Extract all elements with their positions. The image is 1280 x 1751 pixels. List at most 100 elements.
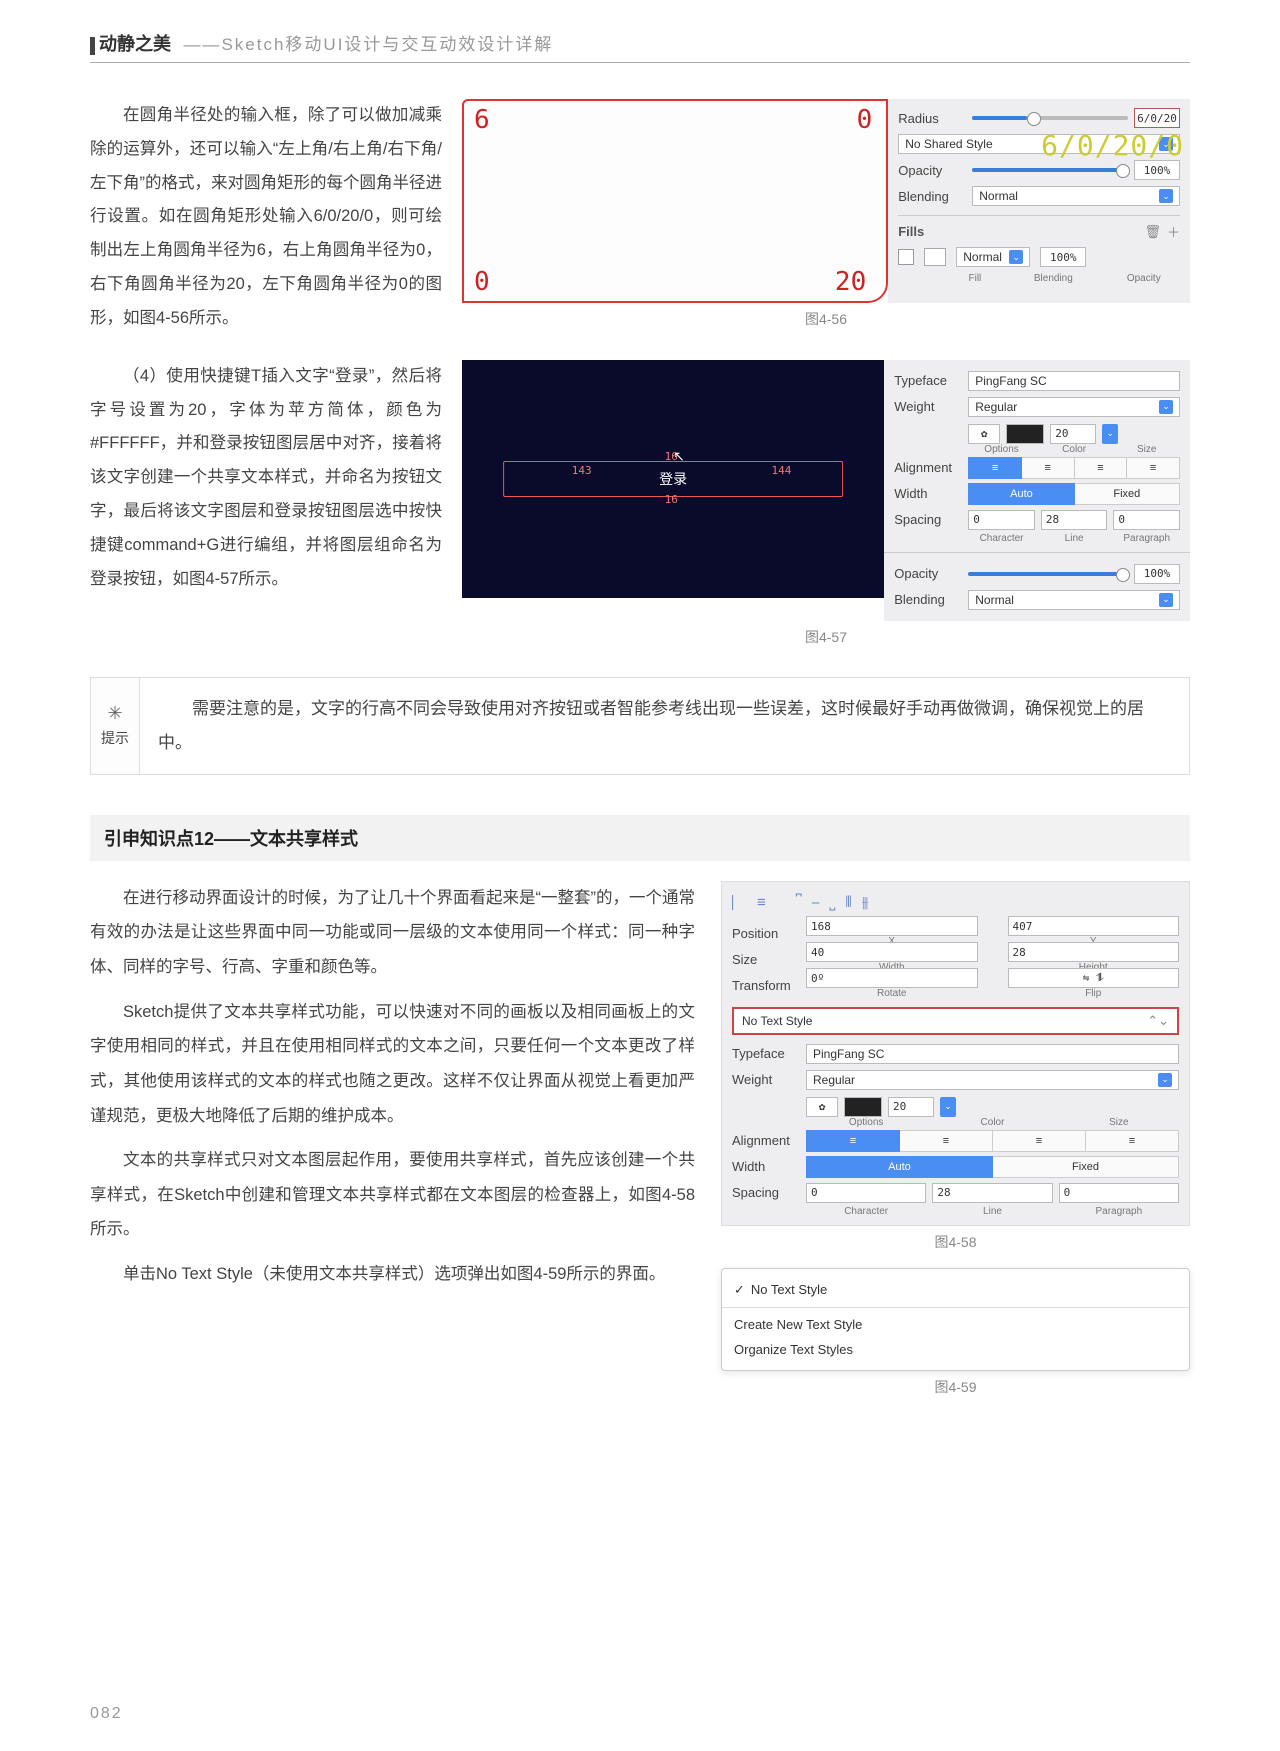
line-input-58[interactable]: 28: [932, 1183, 1052, 1203]
distribute-v-icon[interactable]: ⫵: [862, 894, 869, 911]
color-swatch[interactable]: [1006, 424, 1044, 444]
align-justify-button-58[interactable]: ≡: [1086, 1130, 1179, 1152]
align-justify-button[interactable]: ≡: [1127, 457, 1180, 479]
book-subtitle: ——Sketch移动UI设计与交互动效设计详解: [183, 35, 553, 54]
size-stepper[interactable]: ⌄: [1102, 424, 1118, 444]
size-label: Size: [732, 952, 800, 967]
corner-bottom-right: 20: [835, 267, 866, 297]
fill-checkbox[interactable]: [898, 249, 914, 265]
weight-select-58[interactable]: Regular⌄: [806, 1070, 1179, 1090]
blending-label: Blending: [898, 189, 966, 204]
line-sublabel: Line: [1041, 533, 1108, 544]
width-label-58: Width: [732, 1159, 800, 1174]
align-left-button[interactable]: ≡: [968, 457, 1022, 479]
fill-col-label: Fill: [965, 273, 985, 284]
transform-label: Transform: [732, 978, 800, 993]
alignment-label: Alignment: [894, 460, 962, 475]
align-left-button-58[interactable]: ≡: [806, 1130, 900, 1152]
distribute-h-icon[interactable]: ⫴: [845, 894, 851, 911]
chevron-updown-icon: ⌃⌄: [1147, 1013, 1169, 1029]
width-auto-button-58[interactable]: Auto: [806, 1156, 993, 1178]
color-sublabel: Color: [1041, 444, 1108, 455]
spacing-label-58: Spacing: [732, 1185, 800, 1200]
chevron-down-icon: ⌄: [1158, 1073, 1172, 1087]
typeface-label: Typeface: [894, 373, 962, 388]
trash-icon[interactable]: 🗑: [1144, 224, 1161, 240]
menu-create-new-text-style[interactable]: Create New Text Style: [734, 1312, 1177, 1337]
y-input[interactable]: 407: [1008, 916, 1180, 936]
measure-right: 144: [771, 464, 791, 477]
tip-body: 需要注意的是，文字的行高不同会导致使用对齐按钮或者智能参考线出现一些误差，这时候…: [158, 692, 1171, 760]
paragraph-input[interactable]: 0: [1113, 510, 1180, 530]
typeface-select-58[interactable]: PingFang SC: [806, 1044, 1179, 1064]
align-top-icon[interactable]: ⎴: [796, 894, 802, 911]
x-input[interactable]: 168: [806, 916, 978, 936]
paragraph-input-58[interactable]: 0: [1059, 1183, 1179, 1203]
opacity-input-57[interactable]: 100%: [1134, 564, 1180, 584]
figure-4-58: ⎸ ≡ ⎴ ⎯ ⎵ ⫴ ⫵ Position 168X 407Y Size 40…: [721, 881, 1190, 1226]
opacity-col-label: Opacity: [1122, 273, 1166, 284]
align-center-button[interactable]: ≡: [1022, 457, 1075, 479]
align-right-button[interactable]: ≡: [1075, 457, 1128, 479]
width-fixed-button[interactable]: Fixed: [1075, 483, 1180, 505]
opacity-label-57: Opacity: [894, 566, 962, 581]
align-center-h-icon[interactable]: ≡: [757, 894, 766, 911]
opacity-input[interactable]: 100%: [1134, 160, 1180, 180]
typeface-select[interactable]: PingFang SC: [968, 371, 1180, 391]
size-input[interactable]: 20: [1050, 424, 1096, 444]
weight-select[interactable]: Regular⌄: [968, 397, 1180, 417]
opacity-slider[interactable]: [972, 168, 1128, 172]
radius-input[interactable]: 6/0/20: [1134, 108, 1180, 128]
fig56-caption: 图4-56: [462, 309, 1190, 329]
width-label: Width: [894, 486, 962, 501]
menu-no-text-style[interactable]: No Text Style: [734, 1277, 1177, 1303]
size-stepper-58[interactable]: ⌄: [940, 1097, 956, 1117]
page-header: 动静之美 ——Sketch移动UI设计与交互动效设计详解: [90, 30, 1190, 63]
fig59-caption: 图4-59: [721, 1377, 1190, 1397]
flip-buttons[interactable]: ⇋ ⥮: [1008, 968, 1180, 988]
para-sublabel-58: Paragraph: [1059, 1206, 1179, 1217]
chevron-down-icon: ⌄: [1159, 400, 1173, 414]
align-right-button-58[interactable]: ≡: [993, 1130, 1086, 1152]
fig56-rounded-rect: 6 0 0 20: [462, 99, 888, 303]
corner-top-left: 6: [474, 105, 490, 135]
char-sublabel: Character: [968, 533, 1035, 544]
height-input[interactable]: 28: [1008, 942, 1180, 962]
typeface-label-58: Typeface: [732, 1046, 800, 1061]
fills-label: Fills: [898, 224, 1138, 239]
options-button[interactable]: ✿: [968, 424, 1000, 444]
rotate-input[interactable]: 0º: [806, 968, 978, 988]
figure-4-57: 登录 ↖ 143 144 16 16 Typeface PingFang SC …: [462, 360, 1190, 621]
size-input-58[interactable]: 20: [888, 1097, 934, 1117]
opacity-slider-57[interactable]: [968, 572, 1128, 576]
fill-opacity-input[interactable]: 100%: [1040, 247, 1086, 267]
paragraph-3: 在进行移动界面设计的时候，为了让几十个界面看起来是“一整套”的，一个通常有效的办…: [90, 881, 695, 985]
width-auto-button[interactable]: Auto: [968, 483, 1074, 505]
no-text-style-select[interactable]: No Text Style⌃⌄: [732, 1007, 1179, 1035]
plus-icon[interactable]: ＋: [1167, 222, 1180, 241]
options-sublabel-58: Options: [806, 1117, 926, 1128]
lightbulb-icon: ✳: [107, 703, 122, 724]
blending-select[interactable]: Normal⌄: [972, 186, 1180, 206]
section-body: 在进行移动界面设计的时候，为了让几十个界面看起来是“一整套”的，一个通常有效的办…: [90, 881, 695, 1302]
menu-organize-text-styles[interactable]: Organize Text Styles: [734, 1337, 1177, 1362]
character-input-58[interactable]: 0: [806, 1183, 926, 1203]
section-title-bar: 引申知识点12——文本共享样式: [90, 815, 1190, 861]
align-center-button-58[interactable]: ≡: [900, 1130, 993, 1152]
align-middle-icon[interactable]: ⎯: [812, 894, 820, 911]
options-button-58[interactable]: ✿: [806, 1097, 838, 1117]
width-input[interactable]: 40: [806, 942, 978, 962]
character-input[interactable]: 0: [968, 510, 1035, 530]
blending-select-57[interactable]: Normal⌄: [968, 590, 1180, 610]
radius-slider[interactable]: [972, 116, 1128, 120]
fill-swatch[interactable]: [924, 248, 946, 266]
width-fixed-button-58[interactable]: Fixed: [993, 1156, 1179, 1178]
fill-blend-select[interactable]: Normal⌄: [956, 247, 1030, 267]
align-bottom-icon[interactable]: ⎵: [829, 894, 835, 911]
fig57-inspector: Typeface PingFang SC Weight Regular⌄ ✿ 2…: [884, 360, 1190, 621]
blending-label-57: Blending: [894, 592, 962, 607]
color-swatch-58[interactable]: [844, 1097, 882, 1117]
weight-label: Weight: [894, 399, 962, 414]
align-left-icon[interactable]: ⎸: [732, 894, 747, 911]
line-input[interactable]: 28: [1041, 510, 1108, 530]
